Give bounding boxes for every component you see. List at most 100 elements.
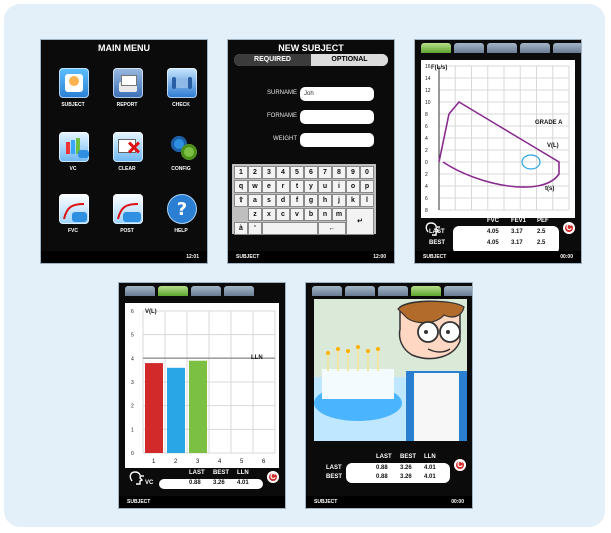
key-y[interactable]: y [304, 180, 318, 193]
vc-y-tick-label: 1 [131, 427, 134, 433]
vc-x-tick-label: 5 [240, 459, 244, 465]
menu-vc-button[interactable]: VC [49, 132, 97, 192]
main-menu-status-bar: 12:01 [41, 251, 207, 263]
tab-required[interactable]: REQUIRED [234, 54, 311, 66]
c-best-best: 3.26 [400, 474, 412, 480]
menu-post-button[interactable]: POST [103, 194, 151, 254]
key-m[interactable]: m [332, 208, 346, 221]
shift-icon: ⇧ [238, 197, 244, 204]
key-2[interactable]: 2 [248, 166, 262, 179]
tab-optional[interactable]: OPTIONAL [311, 54, 388, 66]
key-j[interactable]: j [332, 194, 346, 207]
key-9[interactable]: 9 [346, 166, 360, 179]
flow-volume-screen: 16 14 12 10 8 6 4 2 0 2 4 6 8 F(L/s) t(s) V(L) GRADE… [414, 39, 582, 264]
tab-flow-volume-c[interactable] [312, 286, 342, 296]
menu-help-button[interactable]: ? HELP [157, 194, 205, 254]
key-accent[interactable]: à [234, 222, 248, 235]
key-q[interactable]: q [234, 180, 248, 193]
key-o[interactable]: o [346, 180, 360, 193]
enter-key[interactable]: ↵ [346, 208, 374, 235]
key-apostrophe[interactable]: ' [248, 222, 262, 235]
key-4[interactable]: 4 [276, 166, 290, 179]
key-t[interactable]: t [290, 180, 304, 193]
weight-field[interactable] [300, 133, 374, 147]
vc-header-best: BEST [213, 470, 230, 476]
c-reset-button[interactable]: C [454, 459, 466, 471]
fv-reset-button[interactable]: C [563, 222, 575, 234]
tab-carrot-c[interactable] [378, 286, 408, 296]
space-key[interactable] [262, 222, 318, 235]
key-p[interactable]: p [360, 180, 374, 193]
tab-printer[interactable] [553, 43, 581, 53]
main-menu-grid: SUBJECT REPORT CHECK VC CLEAR CONFIG FVC… [49, 58, 197, 248]
menu-fvc-button[interactable]: FVC [49, 194, 97, 254]
tab-flow-volume[interactable] [421, 43, 451, 53]
forname-field[interactable] [300, 110, 374, 124]
tab-printer-c[interactable] [444, 286, 472, 296]
vc-last: 0.88 [189, 480, 201, 486]
key-x[interactable]: x [262, 208, 276, 221]
menu-config-button[interactable]: CONFIG [157, 132, 205, 192]
vc-head-icon [127, 469, 145, 492]
key-k[interactable]: k [346, 194, 360, 207]
surname-field[interactable]: Joh [300, 87, 374, 101]
key-0[interactable]: 0 [360, 166, 374, 179]
key-n[interactable]: n [318, 208, 332, 221]
c-header-last: LAST [376, 454, 392, 460]
vc-y-tick-label: 4 [131, 356, 134, 362]
key-a[interactable]: a [248, 194, 262, 207]
c-best-last: 0.88 [376, 474, 388, 480]
key-5[interactable]: 5 [290, 166, 304, 179]
key-7[interactable]: 7 [318, 166, 332, 179]
key-i[interactable]: i [332, 180, 346, 193]
fv-graph: 16 14 12 10 8 6 4 2 0 2 4 6 8 F(L/s) t(s) V(L) GRADE… [421, 60, 575, 218]
fv-best-fev1: 3.17 [511, 240, 523, 246]
menu-subject-button[interactable]: SUBJECT [49, 68, 97, 128]
tab-chart[interactable] [454, 43, 484, 53]
tab-curve-vc[interactable] [224, 286, 254, 296]
tab-carrot-vc[interactable] [191, 286, 221, 296]
key-z[interactable]: z [248, 208, 262, 221]
key-c[interactable]: c [276, 208, 290, 221]
c-last-last: 0.88 [376, 465, 388, 471]
fv-best-fvc: 4.05 [487, 240, 499, 246]
key-8[interactable]: 8 [332, 166, 346, 179]
key-e[interactable]: e [262, 180, 276, 193]
tab-keyboard-c[interactable] [411, 286, 441, 296]
fv-y-label: F(L/s) [431, 65, 448, 71]
vc-y-label: V(L) [145, 309, 157, 315]
vc-plot: 0 1 2 3 4 5 6 1 2 3 4 5 6 [131, 309, 276, 465]
fv-status-left: SUBJECT [423, 254, 447, 260]
menu-check-button[interactable]: CHECK [157, 68, 205, 128]
key-u[interactable]: u [318, 180, 332, 193]
shift-key[interactable]: ⇧ [234, 194, 248, 207]
key-f[interactable]: f [290, 194, 304, 207]
key-r[interactable]: r [276, 180, 290, 193]
key-l[interactable]: l [360, 194, 374, 207]
tab-chart-c[interactable] [345, 286, 375, 296]
key-6[interactable]: 6 [304, 166, 318, 179]
key-g[interactable]: g [304, 194, 318, 207]
tab-flow-volume-vc[interactable] [125, 286, 155, 296]
c-last-best: 3.26 [400, 465, 412, 471]
menu-clear-button[interactable]: CLEAR [103, 132, 151, 192]
backspace-key[interactable]: ← [318, 222, 346, 235]
tab-carrot[interactable] [487, 43, 517, 53]
key-1[interactable]: 1 [234, 166, 248, 179]
key-w[interactable]: w [248, 180, 262, 193]
tab-keyboard[interactable] [520, 43, 550, 53]
key-s[interactable]: s [262, 194, 276, 207]
menu-report-button[interactable]: REPORT [103, 68, 151, 128]
weight-label: WEIGHT [273, 136, 297, 142]
key-v[interactable]: v [290, 208, 304, 221]
tab-bars-vc[interactable] [158, 286, 188, 296]
key-d[interactable]: d [276, 194, 290, 207]
key-h[interactable]: h [318, 194, 332, 207]
fv-y-tick-label: 4 [425, 184, 428, 190]
key-3[interactable]: 3 [262, 166, 276, 179]
key-b[interactable]: b [304, 208, 318, 221]
post-icon [113, 194, 143, 224]
vc-y-tick-label: 3 [131, 380, 134, 386]
help-icon: ? [167, 194, 197, 224]
vc-reset-button[interactable]: C [267, 471, 279, 483]
